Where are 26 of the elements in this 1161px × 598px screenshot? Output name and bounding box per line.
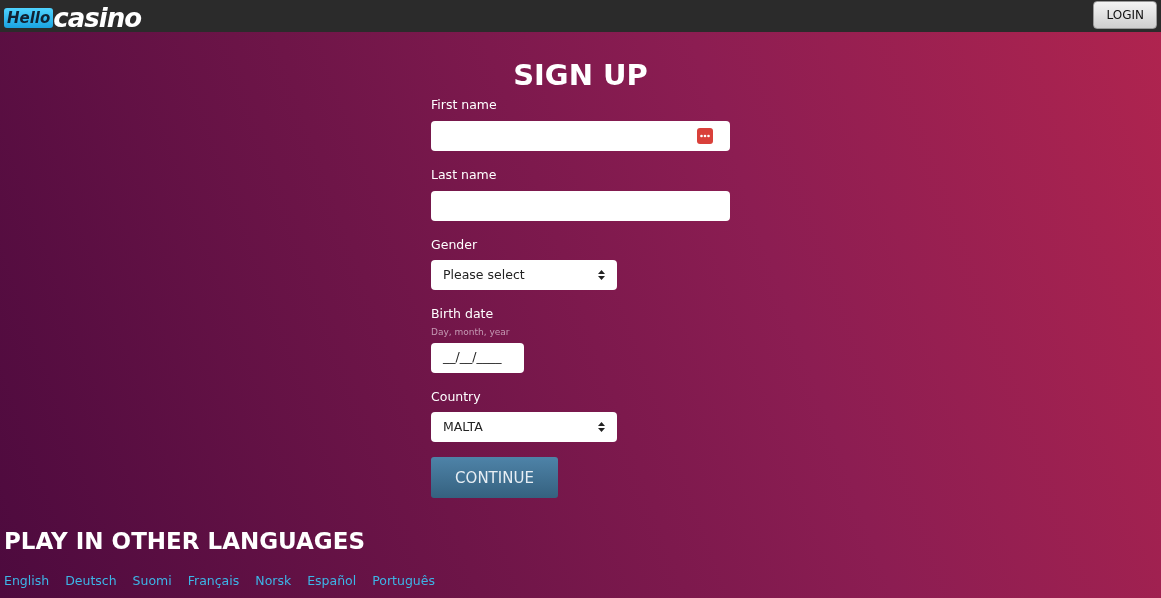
language-link[interactable]: Português: [372, 572, 435, 591]
sort-arrows-icon: [598, 422, 605, 433]
field-label: Last name: [431, 165, 498, 184]
text-field[interactable]: [431, 120, 730, 151]
language-link[interactable]: Français: [187, 572, 240, 591]
logo-text: casino: [53, 4, 142, 32]
language-link[interactable]: Suomi: [132, 572, 172, 591]
language-link[interactable]: Español: [307, 572, 357, 591]
logo-badge: Hello: [4, 8, 54, 28]
sort-arrows-icon: [598, 270, 605, 281]
continue-button[interactable]: CONTINUE: [431, 457, 558, 499]
field-label: Birth date: [431, 305, 495, 324]
section-heading: PLAY IN OTHER LANGUAGES: [4, 527, 366, 557]
page-title: SIGN UP: [512, 58, 649, 92]
login-button[interactable]: LOGIN: [1093, 1, 1157, 29]
language-link[interactable]: Deutsch: [65, 572, 117, 591]
field-label: Country: [431, 387, 482, 406]
field-label: Gender: [431, 235, 479, 254]
field-hint: Day, month, year: [431, 326, 511, 339]
date-field[interactable]: __/__/____: [431, 342, 524, 373]
select-field[interactable]: Please select: [431, 260, 617, 291]
language-link[interactable]: Norsk: [255, 572, 292, 591]
select-field[interactable]: MALTA: [431, 412, 617, 443]
text-field[interactable]: [431, 190, 730, 221]
field-label: First name: [431, 96, 498, 114]
language-link[interactable]: English: [4, 572, 50, 591]
